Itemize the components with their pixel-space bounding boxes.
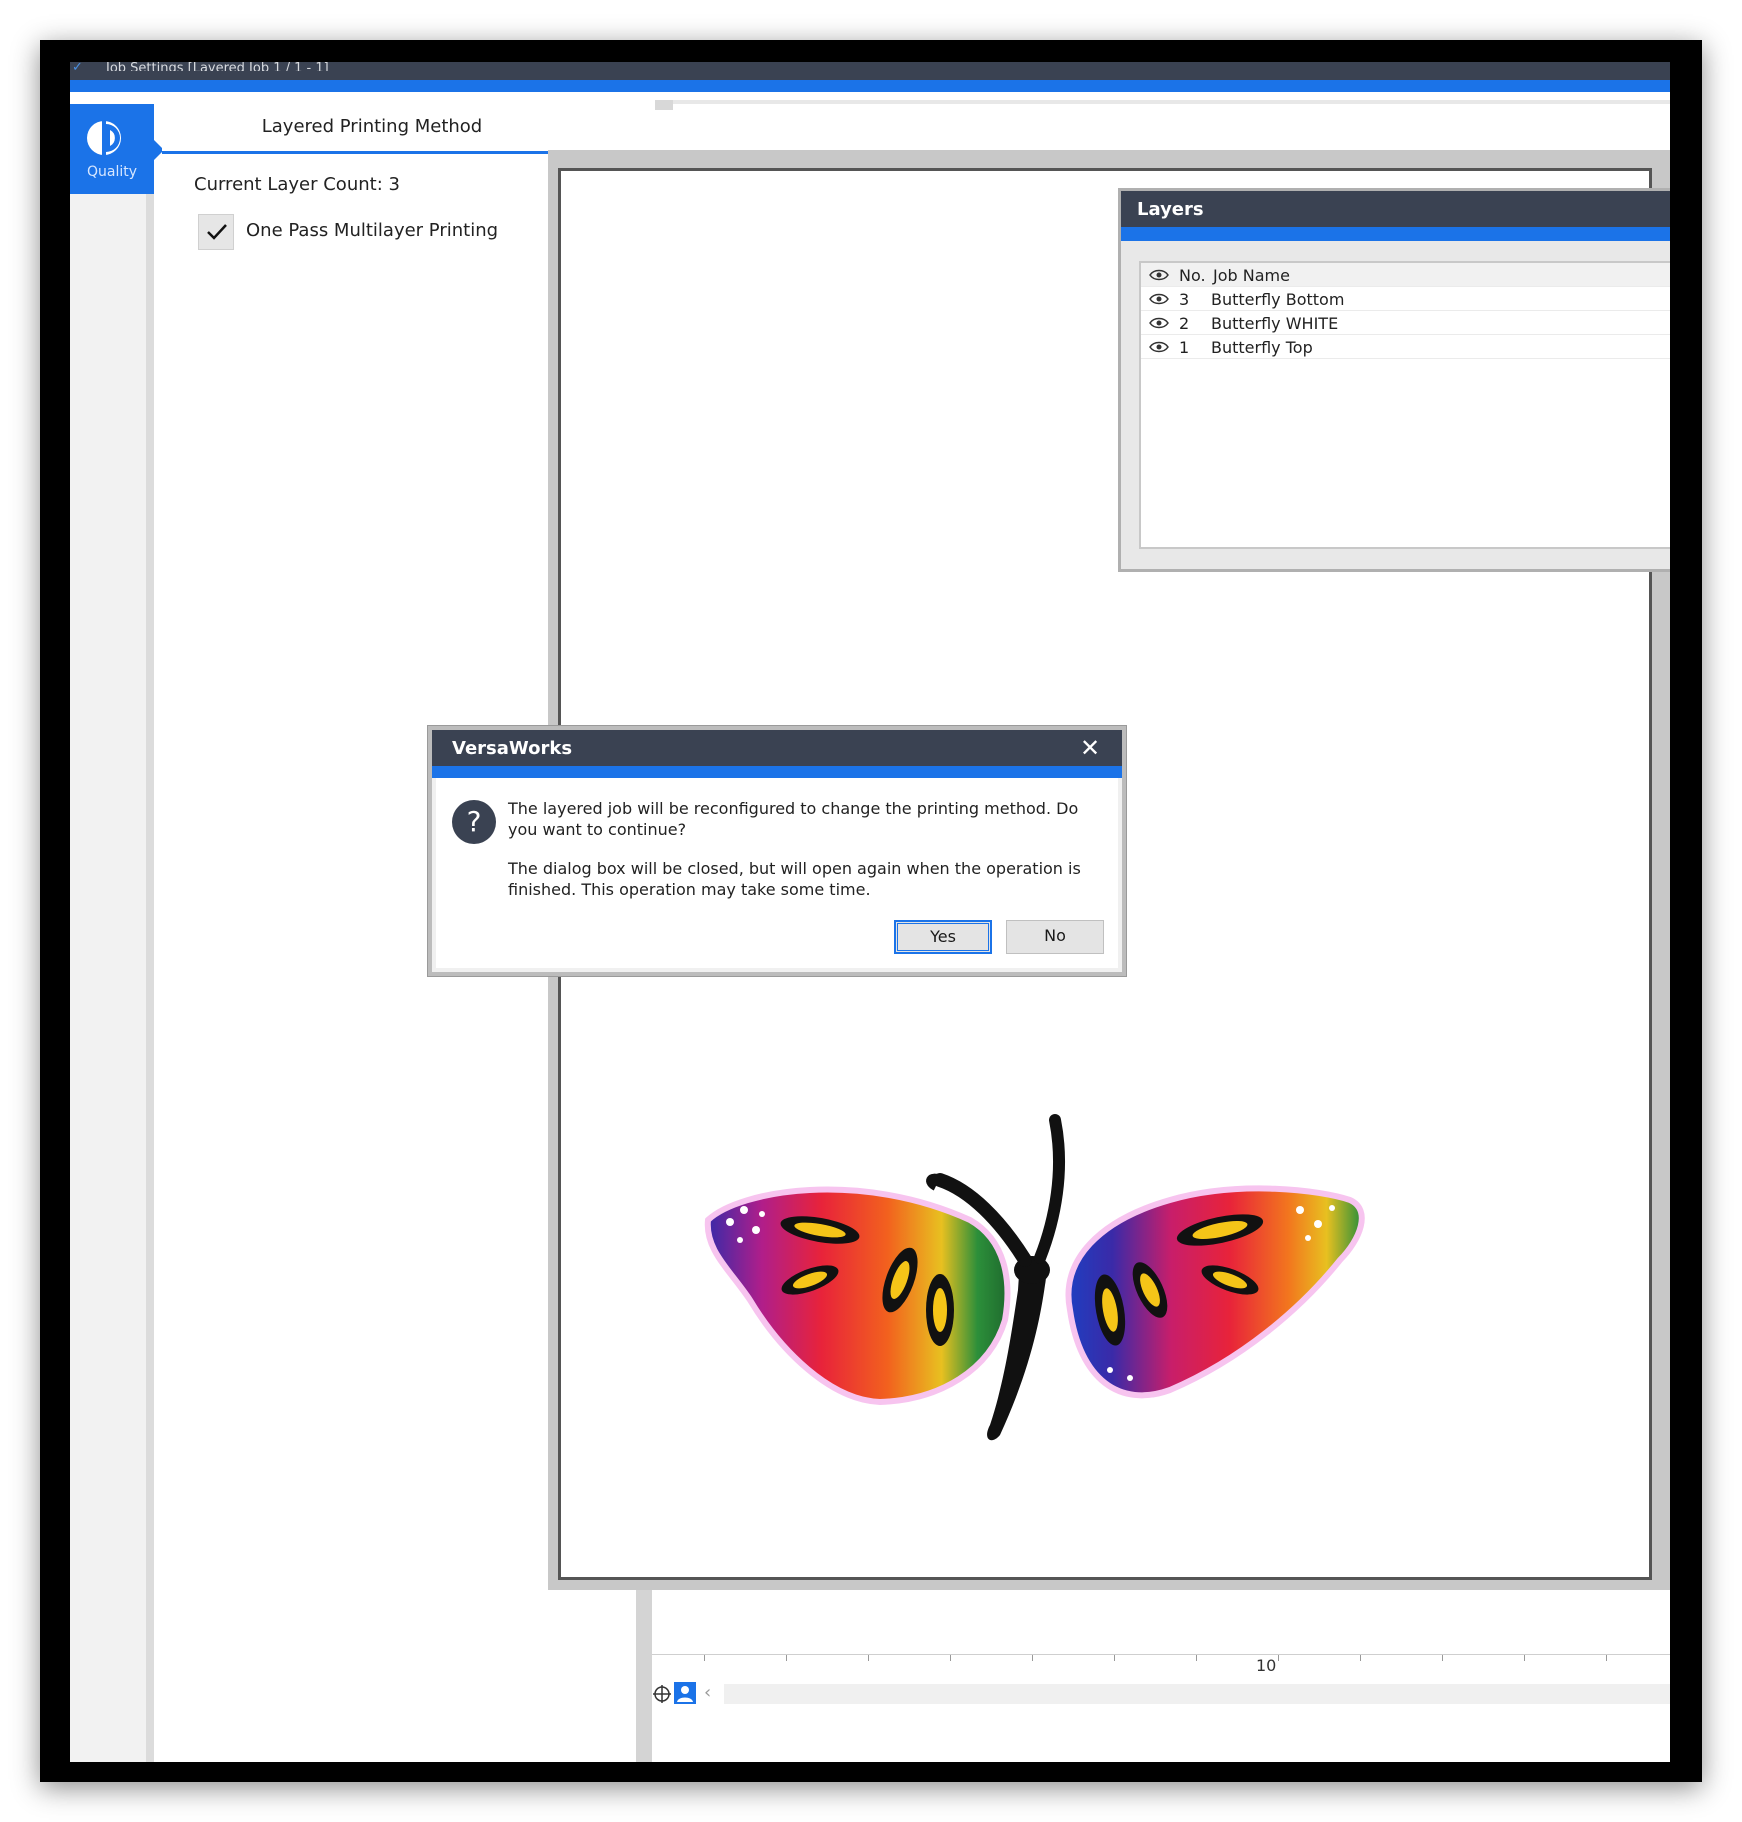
layer-row[interactable]: 3 Butterfly Bottom [1141,287,1670,311]
dialog-titlebar: VersaWorks ✕ [432,730,1122,766]
layers-list: No. Job Name 3 Butterfly Bottom 2 Butter… [1139,261,1670,549]
ruler-tick [704,1655,705,1661]
column-header-job-name: Job Name [1213,266,1290,285]
layer-row[interactable]: 2 Butterfly WHITE [1141,311,1670,335]
ruler-label: 10 [1256,1656,1277,1675]
preview-scrollbar-row: ‹ [652,1680,1670,1708]
ruler-tick [868,1655,869,1661]
user-icon[interactable] [674,1682,696,1704]
eye-icon[interactable] [1149,293,1169,305]
dialog-message-primary: The layered job will be reconfigured to … [508,799,1079,839]
layer-number: 2 [1179,314,1190,333]
eye-icon[interactable] [1149,317,1169,329]
dialog-accent-strip [432,766,1122,778]
layers-list-header: No. Job Name [1141,263,1670,287]
horizontal-scrollbar[interactable] [724,1684,1670,1704]
layer-job-name: Butterfly Top [1211,338,1313,357]
horizontal-ruler [652,1654,1670,1668]
layers-panel-title: Layers [1137,199,1204,220]
layer-job-name: Butterfly Bottom [1211,290,1345,309]
dialog-body: ? The layered job will be reconfigured t… [436,778,1118,968]
layers-panel: Layers No. Job Name 3 Butterfly Bottom 2… [1118,188,1670,572]
layer-row[interactable]: 1 Butterfly Top [1141,335,1670,359]
layer-number: 3 [1179,290,1190,309]
column-header-no: No. [1179,266,1206,285]
ruler-tick [1442,1655,1443,1661]
question-icon: ? [452,800,496,844]
eye-icon[interactable] [1149,341,1169,353]
no-button[interactable]: No [1006,920,1104,954]
ruler-tick [1606,1655,1607,1661]
ruler-tick [950,1655,951,1661]
ruler-tick [1032,1655,1033,1661]
dialog-title: VersaWorks [452,738,573,759]
scroll-left-icon[interactable]: ‹ [704,1682,711,1703]
layers-accent-strip [1121,227,1670,241]
ruler-tick [1278,1655,1279,1661]
layer-job-name: Butterfly WHITE [1211,314,1339,333]
ruler-tick [786,1655,787,1661]
dialog-message-secondary: The dialog box will be closed, but will … [508,859,1081,899]
layer-number: 1 [1179,338,1190,357]
ruler-tick [1114,1655,1115,1661]
ruler-left-bar [636,1590,652,1762]
ruler-tick [1196,1655,1197,1661]
close-icon[interactable]: ✕ [1080,736,1100,760]
yes-button[interactable]: Yes [894,920,992,954]
crosshair-icon[interactable] [652,1684,672,1704]
ruler-tick [1360,1655,1361,1661]
eye-icon [1149,269,1169,281]
layers-panel-header: Layers [1121,191,1670,227]
confirm-dialog: VersaWorks ✕ ? The layered job will be r… [428,726,1126,976]
ruler-tick [1524,1655,1525,1661]
bottom-controls: 10 ‹ Layers No. Job Name 3 Butterfly Bot… [70,62,1670,1762]
